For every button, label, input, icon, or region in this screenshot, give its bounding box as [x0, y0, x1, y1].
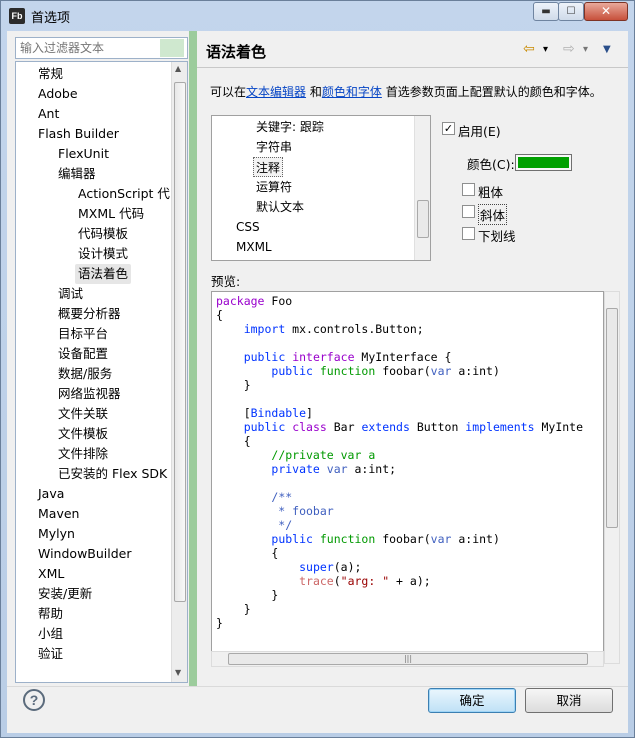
preview-vertical-scrollbar[interactable]	[604, 291, 620, 664]
tree-item[interactable]: 文件模板	[58, 424, 108, 444]
preview-code: package Foo { import mx.controls.Button;…	[216, 294, 584, 630]
tree-item[interactable]: 常规	[38, 64, 63, 84]
preview-vscroll-thumb[interactable]	[606, 308, 618, 528]
tree-item[interactable]: 文件关联	[58, 404, 108, 424]
tree-vertical-scrollbar[interactable]: ▲ ▼	[171, 62, 187, 682]
tree-item[interactable]: 安装/更新	[38, 584, 92, 604]
tree-item[interactable]: 帮助	[38, 604, 63, 624]
syntax-element-item[interactable]: MXML	[236, 237, 272, 257]
tree-item[interactable]: XML	[38, 564, 64, 584]
back-menu-icon[interactable]: ▾	[543, 44, 548, 55]
tree-item[interactable]: 代码模板	[78, 224, 128, 244]
preview-label: 预览:	[211, 274, 241, 289]
tree-item[interactable]: Ant	[38, 104, 59, 124]
page-description: 可以在文本编辑器 和颜色和字体 首选参数页面上配置默认的颜色和字体。	[210, 83, 602, 100]
filter-clear-area	[160, 39, 184, 57]
syntax-element-item[interactable]: 关键字: 跟踪	[256, 117, 324, 137]
dialog-client-area: ▲ ▼ 常规AdobeAntFlash BuilderFlexUnit编辑器Ac…	[7, 31, 628, 733]
color-label: 颜色(C):	[467, 157, 515, 172]
tree-item[interactable]: 网络监视器	[58, 384, 121, 404]
tree-item[interactable]: FlexUnit	[58, 144, 109, 164]
tree-item[interactable]: 小组	[38, 624, 63, 644]
tree-item[interactable]: 数据/服务	[58, 364, 112, 384]
tree-item[interactable]: 概要分析器	[58, 304, 121, 324]
tree-item[interactable]: 文件排除	[58, 444, 108, 464]
italic-label: 斜体	[478, 204, 508, 225]
back-arrow-icon[interactable]: ⇦	[523, 41, 535, 57]
tree-item[interactable]: 调试	[58, 284, 83, 304]
minimize-button[interactable]: ▬	[533, 2, 559, 21]
tree-item[interactable]: 编辑器	[58, 164, 96, 184]
tree-item[interactable]: Mylyn	[38, 524, 75, 544]
tree-item[interactable]: 已安装的 Flex SDK	[58, 464, 167, 484]
text-editor-link[interactable]: 文本编辑器	[246, 85, 306, 99]
tree-item[interactable]: 验证	[38, 644, 63, 664]
desc-suffix: 首选参数页面上配置默认的颜色和字体。	[381, 85, 602, 99]
enable-checkbox[interactable]: ✓	[442, 122, 455, 135]
syntax-element-list[interactable]: MXML CSS 默认文本 运算符 注释 字符串 关键字: 跟踪	[211, 115, 431, 261]
bold-label: 粗体	[478, 185, 504, 200]
tree-item[interactable]: 目标平台	[58, 324, 108, 344]
tree-item[interactable]: 设备配置	[58, 344, 108, 364]
desc-mid: 和	[306, 85, 322, 99]
scroll-up-icon[interactable]: ▲	[175, 64, 181, 73]
color-swatch-fill	[518, 157, 569, 168]
tree-item[interactable]: Flash Builder	[38, 124, 119, 144]
scroll-down-icon[interactable]: ▼	[175, 668, 181, 677]
tree-item[interactable]: ActionScript 代	[78, 184, 170, 204]
syntax-element-item[interactable]: CSS	[236, 217, 260, 237]
preferences-tree[interactable]: ▲ ▼ 常规 Adobe Ant Flash Builder FlexUnit 编辑器 Ac…	[15, 61, 188, 683]
syntax-element-item[interactable]: 字符串	[256, 137, 292, 157]
tree-item[interactable]: WindowBuilder	[38, 544, 132, 564]
button-bar-separator	[7, 686, 628, 687]
desc-prefix: 可以在	[210, 85, 247, 99]
bold-checkbox[interactable]	[462, 183, 475, 196]
maximize-button[interactable]: ☐	[558, 2, 584, 21]
tree-item[interactable]: Maven	[38, 504, 79, 524]
underline-checkbox[interactable]	[462, 227, 475, 240]
element-list-scrollbar[interactable]	[414, 116, 430, 260]
help-icon[interactable]: ?	[23, 689, 45, 711]
flash-builder-app-icon: Fb	[9, 8, 25, 24]
tree-item[interactable]: Adobe	[38, 84, 78, 104]
preferences-window: Fb 首选项 ▬ ☐ ✕ ▲ ▼ 常规AdobeAntFlash Builder…	[0, 0, 635, 738]
color-picker-button[interactable]	[515, 154, 572, 171]
page-title: 语法着色	[206, 43, 267, 61]
colors-fonts-link[interactable]: 颜色和字体	[322, 85, 382, 99]
title-separator	[197, 67, 628, 68]
cancel-button[interactable]: 取消	[525, 688, 613, 713]
close-button[interactable]: ✕	[584, 2, 628, 21]
tree-item[interactable]: 设计模式	[78, 244, 128, 264]
forward-menu-icon[interactable]: ▾	[583, 44, 588, 55]
view-menu-icon[interactable]: ▼	[603, 44, 611, 55]
syntax-element-item[interactable]: 默认文本	[256, 197, 304, 217]
tree-item[interactable]: Java	[38, 484, 64, 504]
code-preview: package Foo { import mx.controls.Button;…	[211, 291, 604, 664]
tree-item[interactable]: MXML 代码	[78, 204, 144, 224]
syntax-element-item[interactable]: 运算符	[256, 177, 292, 197]
ok-button[interactable]: 确定	[428, 688, 516, 713]
italic-checkbox[interactable]	[462, 205, 475, 218]
preview-horizontal-scrollbar[interactable]: |||	[211, 651, 604, 667]
window-title: 首选项	[31, 11, 71, 26]
forward-arrow-icon[interactable]: ⇨	[563, 41, 575, 57]
element-list-scroll-thumb[interactable]	[417, 200, 429, 238]
preview-hscroll-thumb[interactable]: |||	[228, 653, 588, 665]
syntax-element-item[interactable]: 注释	[253, 157, 284, 177]
underline-label: 下划线	[478, 229, 516, 244]
tree-item[interactable]: 语法着色	[75, 264, 132, 284]
tree-scroll-thumb[interactable]	[174, 82, 186, 602]
title-bar[interactable]: Fb 首选项 ▬ ☐ ✕	[1, 1, 634, 29]
enable-label: 启用(E)	[458, 124, 501, 139]
panel-sash[interactable]	[189, 31, 197, 686]
